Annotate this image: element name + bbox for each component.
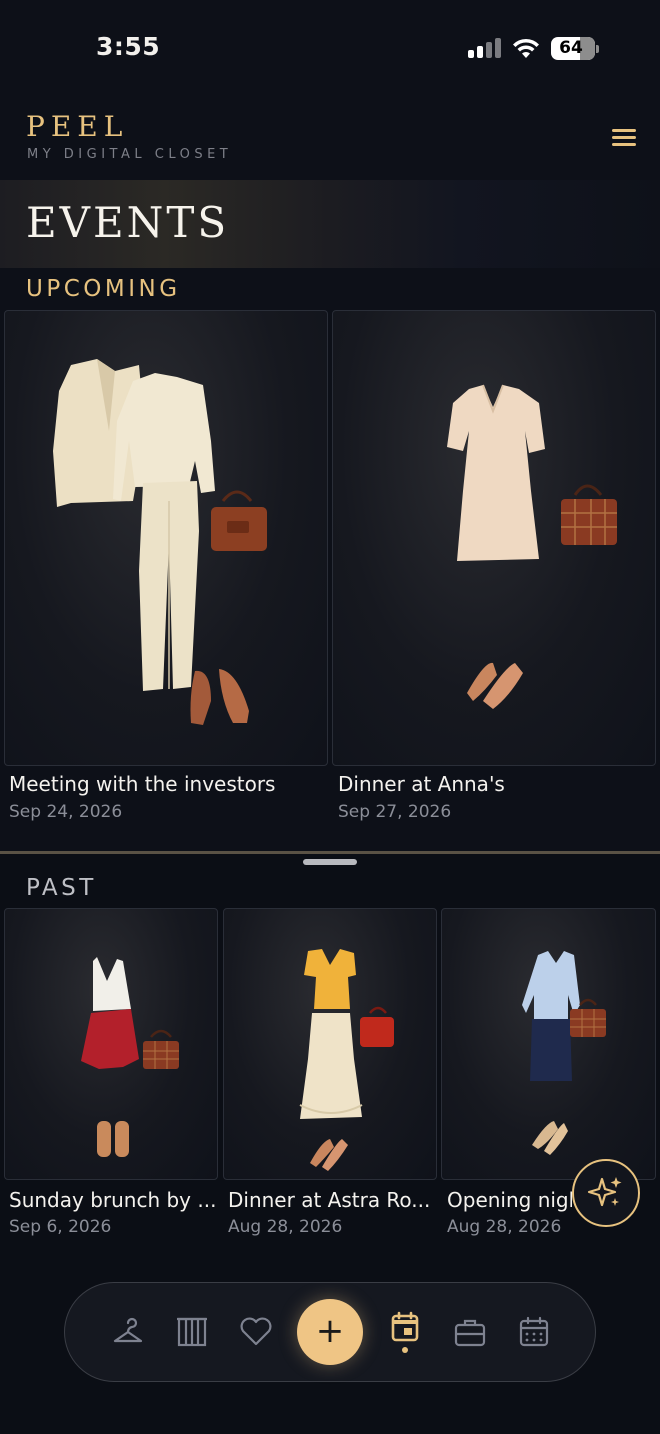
event-title: Meeting with the investors <box>9 772 276 796</box>
wifi-icon <box>513 38 539 58</box>
event-card[interactable] <box>332 310 656 766</box>
event-card[interactable] <box>223 908 437 1180</box>
sparkles-icon <box>587 1177 622 1207</box>
page-title: EVENTS <box>26 198 230 247</box>
outfit-image <box>522 951 606 1155</box>
event-title: Opening nigh <box>447 1188 572 1212</box>
event-title: Dinner at Anna's <box>338 772 505 796</box>
hanger-icon[interactable] <box>105 1309 151 1355</box>
plus-icon: + <box>315 1311 345 1351</box>
battery-level: 64 <box>559 38 583 58</box>
outfit-image <box>81 957 179 1157</box>
ai-assistant-button[interactable] <box>572 1159 640 1227</box>
event-date: Sep 6, 2026 <box>9 1217 112 1237</box>
event-title: Dinner at Astra Ro... <box>228 1188 431 1212</box>
outfit-image <box>53 359 267 725</box>
drag-handle[interactable] <box>303 859 357 865</box>
event-date: Sep 24, 2026 <box>9 802 123 822</box>
section-heading-upcoming: UPCOMING <box>26 276 181 302</box>
columns-icon[interactable] <box>169 1309 215 1355</box>
brand-tagline: MY DIGITAL CLOSET <box>27 147 233 162</box>
event-date: Aug 28, 2026 <box>447 1217 562 1237</box>
event-date: Aug 28, 2026 <box>228 1217 343 1237</box>
event-card[interactable] <box>4 310 328 766</box>
hamburger-icon <box>612 129 636 132</box>
bottom-navigation: + <box>64 1282 596 1382</box>
menu-button[interactable] <box>604 122 644 154</box>
calendar-icon[interactable] <box>511 1309 557 1355</box>
status-bar: 3:55 64 <box>0 0 660 96</box>
cellular-signal-icon <box>468 38 502 58</box>
status-time: 3:55 <box>96 32 161 61</box>
battery-icon: 64 <box>551 37 599 60</box>
section-heading-past: PAST <box>26 875 97 901</box>
add-event-button[interactable]: + <box>297 1299 363 1365</box>
event-card[interactable] <box>4 908 218 1180</box>
event-title: Sunday brunch by ... <box>9 1188 217 1212</box>
event-card[interactable] <box>441 908 656 1180</box>
outfit-image <box>447 384 617 709</box>
briefcase-icon[interactable] <box>447 1309 493 1355</box>
event-icon[interactable] <box>382 1305 428 1351</box>
active-indicator <box>402 1347 408 1353</box>
event-date: Sep 27, 2026 <box>338 802 452 822</box>
outfit-image <box>299 949 394 1171</box>
brand-logo: PEEL <box>26 110 129 143</box>
heart-icon[interactable] <box>233 1309 279 1355</box>
